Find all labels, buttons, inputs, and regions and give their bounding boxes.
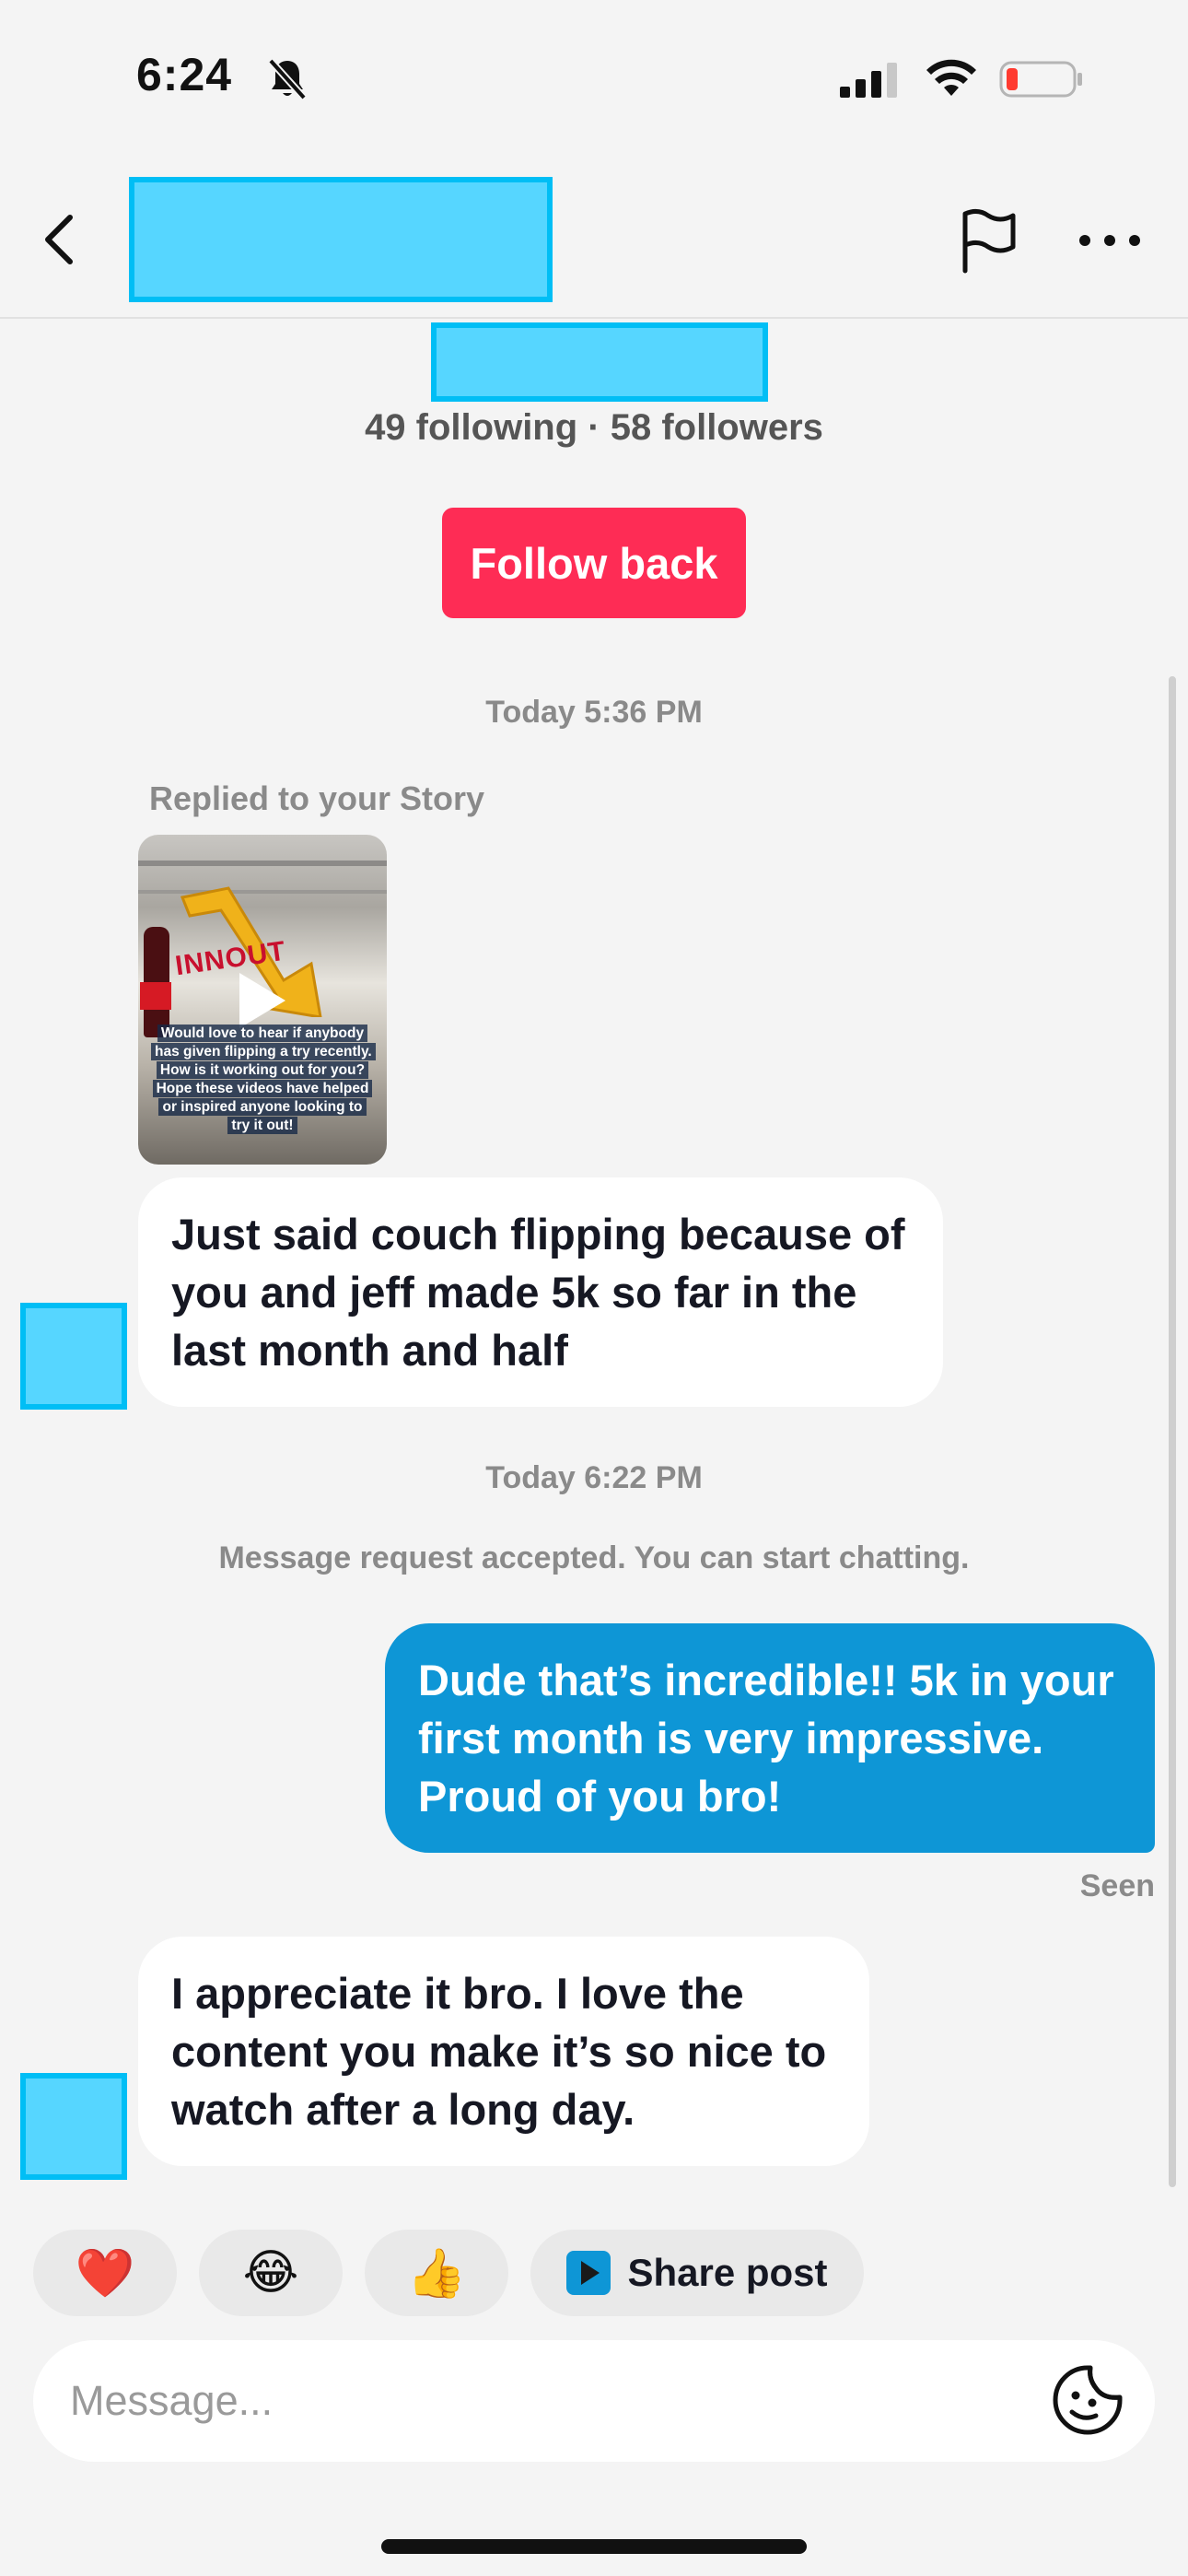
avatar[interactable] (20, 1303, 127, 1410)
play-icon (239, 973, 285, 1028)
timestamp: Today 5:36 PM (485, 695, 703, 730)
more-icon[interactable] (1077, 227, 1142, 254)
sticker-icon[interactable] (1050, 2362, 1125, 2438)
system-note: Message request accepted. You can start … (218, 1540, 970, 1575)
header-username[interactable] (129, 177, 553, 302)
share-post-label: Share post (627, 2251, 828, 2294)
signal-icon (840, 63, 897, 98)
thumbs-up-icon: 👍 (406, 2246, 467, 2301)
timestamp: Today 6:22 PM (485, 1460, 703, 1495)
message-composer (33, 2340, 1155, 2462)
incoming-message: I appreciate it bro. I love the content … (138, 1937, 869, 2166)
header-divider (0, 317, 1188, 319)
laugh-reaction-button[interactable]: 😂 (199, 2230, 343, 2316)
thumbs-up-reaction-button[interactable]: 👍 (365, 2230, 508, 2316)
bottle-label (140, 982, 171, 1010)
share-post-button[interactable]: Share post (530, 2230, 864, 2316)
message-input[interactable] (70, 2364, 991, 2438)
avatar[interactable] (20, 2073, 127, 2180)
heart-reaction-button[interactable]: ❤️ (33, 2230, 177, 2316)
profile-stats: 49 following · 58 followers (365, 407, 823, 448)
wifi-icon (926, 59, 976, 96)
seen-indicator: Seen (1079, 1868, 1155, 1903)
heart-icon: ❤️ (75, 2246, 135, 2301)
replied-to-story-label: Replied to your Story (149, 779, 485, 817)
back-button[interactable] (37, 210, 83, 269)
story-caption: Would love to hear if anybody has given … (151, 1025, 376, 1135)
scrollbar[interactable] (1169, 676, 1176, 2187)
outgoing-message: Dude that’s incredible!! 5k in your firs… (385, 1623, 1155, 1853)
status-time: 6:24 (136, 49, 233, 100)
flag-icon[interactable] (958, 208, 1019, 275)
bell-off-icon (268, 58, 307, 100)
play-square-icon (566, 2251, 611, 2295)
follow-back-button[interactable]: Follow back (442, 508, 746, 618)
laughing-face-icon: 😂 (242, 2246, 299, 2300)
battery-low-icon (999, 61, 1082, 98)
story-thumbnail[interactable]: INNOUT Would love to hear if anybody has… (138, 835, 387, 1165)
home-indicator[interactable] (381, 2539, 807, 2554)
incoming-message: Just said couch flipping because of you … (138, 1177, 943, 1407)
profile-handle (431, 322, 768, 402)
